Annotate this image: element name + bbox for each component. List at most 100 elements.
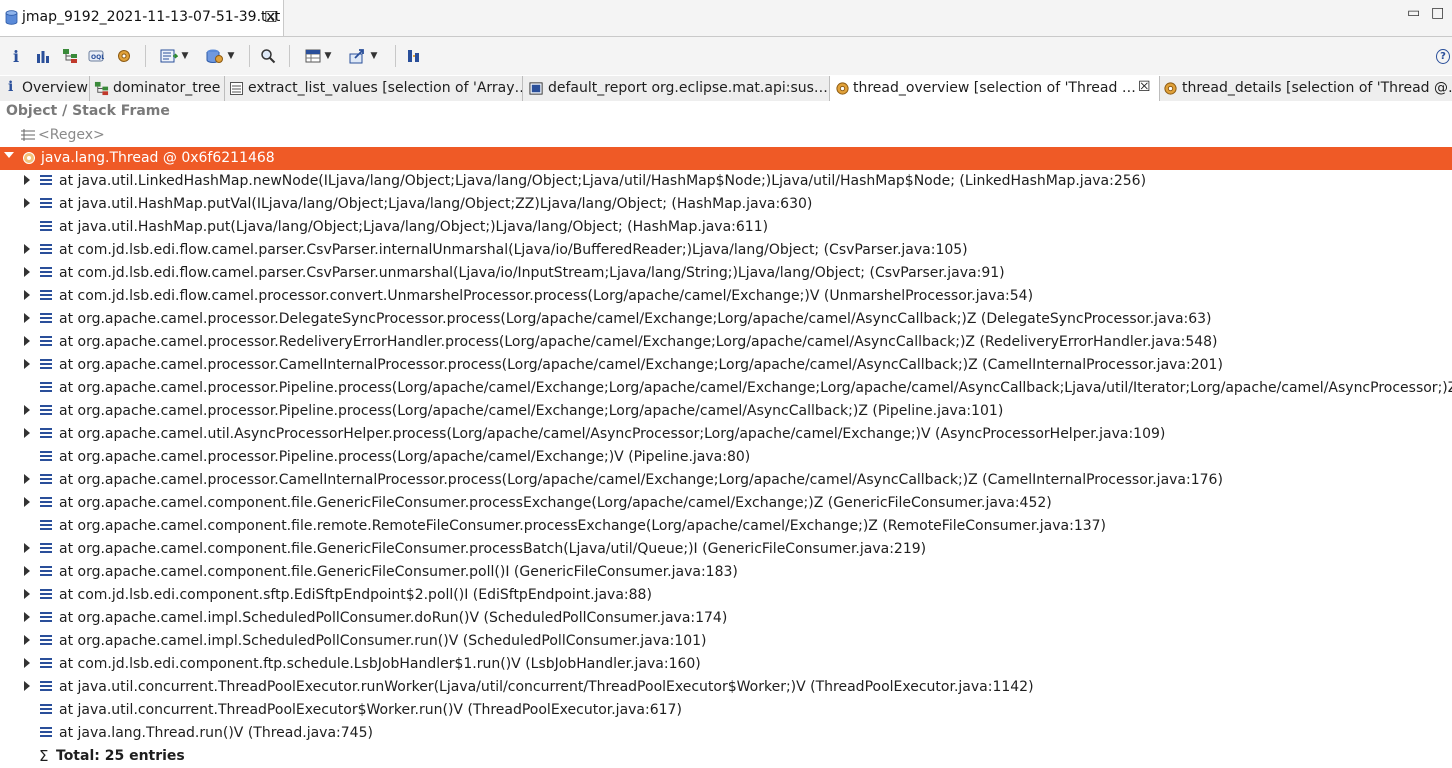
- stack-frame-row[interactable]: at java.util.LinkedHashMap.newNode(ILjav…: [0, 170, 1452, 193]
- expand-arrow-icon[interactable]: [24, 543, 30, 553]
- stack-frame-text: at org.apache.camel.processor.CamelInter…: [59, 472, 1223, 488]
- stack-frame-icon: [40, 681, 52, 692]
- stack-frame-text: at org.apache.camel.processor.Pipeline.p…: [59, 449, 751, 465]
- thread-row[interactable]: java.lang.Thread @ 0x6f6211468: [0, 147, 1452, 170]
- stack-frame-icon: [40, 658, 52, 669]
- stack-frame-icon: [40, 589, 52, 600]
- heap-dump-overview-button[interactable]: [114, 45, 134, 67]
- expand-arrow-icon[interactable]: [24, 635, 30, 645]
- stack-frame-row[interactable]: at com.jd.lsb.edi.flow.camel.parser.CsvP…: [0, 239, 1452, 262]
- stack-frame-row[interactable]: at org.apache.camel.processor.Redelivery…: [0, 331, 1452, 354]
- close-icon[interactable]: ☒: [264, 8, 277, 26]
- editor-tab-title: jmap_9192_2021-11-13-07-51-39.txt: [22, 9, 281, 25]
- editor-tab[interactable]: jmap_9192_2021-11-13-07-51-39.txt ☒: [0, 0, 284, 36]
- stack-frame-row[interactable]: at org.apache.camel.component.file.Gener…: [0, 538, 1452, 561]
- stack-frame-row[interactable]: at org.apache.camel.processor.DelegateSy…: [0, 308, 1452, 331]
- help-button[interactable]: ?: [1436, 45, 1450, 67]
- stack-frame-row[interactable]: at com.jd.lsb.edi.flow.camel.processor.c…: [0, 285, 1452, 308]
- chevron-down-icon[interactable]: ▼: [182, 51, 189, 61]
- toolbar: i OQL ▼ ▼ ▼ ▼ ?: [0, 37, 1452, 75]
- stack-frame-text: at java.lang.Thread.run()V (Thread.java:…: [59, 725, 373, 741]
- group-icon: [408, 50, 419, 62]
- stack-frame-row[interactable]: at org.apache.camel.component.file.remot…: [0, 515, 1452, 538]
- expand-arrow-icon[interactable]: [24, 244, 30, 254]
- regex-input[interactable]: <Regex>: [38, 127, 105, 143]
- chevron-down-icon[interactable]: ▼: [228, 51, 235, 61]
- expand-arrow-icon[interactable]: [24, 428, 30, 438]
- database-gear-icon: [206, 49, 223, 63]
- tab-dominator-tree[interactable]: dominator_tree: [90, 76, 225, 101]
- report-icon: [529, 82, 543, 95]
- stack-frame-row[interactable]: at org.apache.camel.component.file.Gener…: [0, 492, 1452, 515]
- close-icon[interactable]: ☒: [1138, 79, 1151, 95]
- stack-frame-row[interactable]: at com.jd.lsb.edi.component.ftp.schedule…: [0, 653, 1452, 676]
- expand-arrow-icon[interactable]: [24, 497, 30, 507]
- expand-arrow-icon[interactable]: [24, 175, 30, 185]
- run-report-button[interactable]: ▼: [155, 45, 193, 67]
- query-browser-button[interactable]: ▼: [200, 45, 240, 67]
- stack-frame-row[interactable]: at org.apache.camel.processor.Pipeline.p…: [0, 446, 1452, 469]
- chevron-down-icon[interactable]: ▼: [325, 51, 332, 61]
- expand-arrow-icon[interactable]: [24, 612, 30, 622]
- stack-frame-row[interactable]: at org.apache.camel.processor.CamelInter…: [0, 469, 1452, 492]
- collapse-arrow-icon[interactable]: [4, 152, 14, 158]
- tab-default-report[interactable]: default_report org.eclipse.mat.api:sus…: [523, 76, 830, 101]
- expand-arrow-icon[interactable]: [24, 336, 30, 346]
- export-button[interactable]: ▼: [343, 45, 383, 67]
- stack-frame-row[interactable]: at java.util.concurrent.ThreadPoolExecut…: [0, 699, 1452, 722]
- stack-frame-row[interactable]: at com.jd.lsb.edi.component.sftp.EdiSftp…: [0, 584, 1452, 607]
- histogram-button[interactable]: [34, 45, 52, 67]
- stack-frame-row[interactable]: at java.lang.Thread.run()V (Thread.java:…: [0, 722, 1452, 745]
- expand-arrow-icon[interactable]: [24, 267, 30, 277]
- expand-arrow-icon[interactable]: [24, 589, 30, 599]
- maximize-button[interactable]: □: [1431, 5, 1444, 21]
- stack-frame-row[interactable]: at org.apache.camel.impl.ScheduledPollCo…: [0, 630, 1452, 653]
- database-icon: [5, 10, 18, 25]
- chevron-down-icon[interactable]: ▼: [371, 51, 378, 61]
- stack-frame-row[interactable]: at org.apache.camel.processor.CamelInter…: [0, 354, 1452, 377]
- dominator-tree-button[interactable]: [60, 45, 80, 67]
- toolbar-separator: [289, 45, 290, 67]
- expand-arrow-icon[interactable]: [24, 405, 30, 415]
- tab-overview[interactable]: i Overview: [0, 76, 90, 101]
- filter-icon: [21, 129, 35, 141]
- info-button[interactable]: i: [8, 45, 24, 67]
- stack-frame-row[interactable]: at org.apache.camel.processor.Pipeline.p…: [0, 377, 1452, 400]
- tab-thread-overview[interactable]: thread_overview [selection of 'Thread … …: [830, 76, 1160, 102]
- minimize-button[interactable]: ▭: [1407, 5, 1420, 21]
- search-button[interactable]: [258, 45, 278, 67]
- stack-frame-text: at com.jd.lsb.edi.component.sftp.EdiSftp…: [59, 587, 652, 603]
- tab-thread-details[interactable]: thread_details [selection of 'Thread @…: [1160, 76, 1452, 101]
- group-by-button[interactable]: [404, 45, 424, 67]
- stack-frame-icon: [40, 290, 52, 301]
- stack-frame-row[interactable]: at org.apache.camel.impl.ScheduledPollCo…: [0, 607, 1452, 630]
- stack-frame-text: at org.apache.camel.util.AsyncProcessorH…: [59, 426, 1166, 442]
- stack-frame-row[interactable]: at java.util.HashMap.put(Ljava/lang/Obje…: [0, 216, 1452, 239]
- expand-arrow-icon[interactable]: [24, 658, 30, 668]
- stack-frame-row[interactable]: at org.apache.camel.component.file.Gener…: [0, 561, 1452, 584]
- stack-frame-row[interactable]: at com.jd.lsb.edi.flow.camel.parser.CsvP…: [0, 262, 1452, 285]
- expand-arrow-icon[interactable]: [24, 313, 30, 323]
- expand-arrow-icon[interactable]: [24, 290, 30, 300]
- thread-label: java.lang.Thread @ 0x6f6211468: [41, 150, 275, 166]
- column-header[interactable]: Object / Stack Frame: [0, 101, 1452, 123]
- regex-filter-row[interactable]: <Regex>: [0, 124, 1452, 146]
- stack-frame-row[interactable]: at java.util.concurrent.ThreadPoolExecut…: [0, 676, 1452, 699]
- stack-frame-icon: [40, 359, 52, 370]
- expand-arrow-icon[interactable]: [24, 681, 30, 691]
- stack-frame-row[interactable]: at org.apache.camel.processor.Pipeline.p…: [0, 400, 1452, 423]
- tab-label: Overview: [22, 80, 88, 96]
- calculate-button[interactable]: ▼: [298, 45, 338, 67]
- expand-arrow-icon[interactable]: [24, 359, 30, 369]
- histogram-icon: [37, 51, 49, 63]
- toolbar-separator: [145, 45, 146, 67]
- expand-arrow-icon[interactable]: [24, 566, 30, 576]
- oql-button[interactable]: OQL: [86, 45, 106, 67]
- stack-frame-icon: [40, 727, 52, 738]
- stack-frame-row[interactable]: at java.util.HashMap.putVal(ILjava/lang/…: [0, 193, 1452, 216]
- stack-frame-row[interactable]: at org.apache.camel.util.AsyncProcessorH…: [0, 423, 1452, 446]
- expand-arrow-icon[interactable]: [24, 474, 30, 484]
- stack-frame-icon: [40, 428, 52, 439]
- tab-extract-list-values[interactable]: extract_list_values [selection of 'Array…: [225, 76, 523, 101]
- expand-arrow-icon[interactable]: [24, 198, 30, 208]
